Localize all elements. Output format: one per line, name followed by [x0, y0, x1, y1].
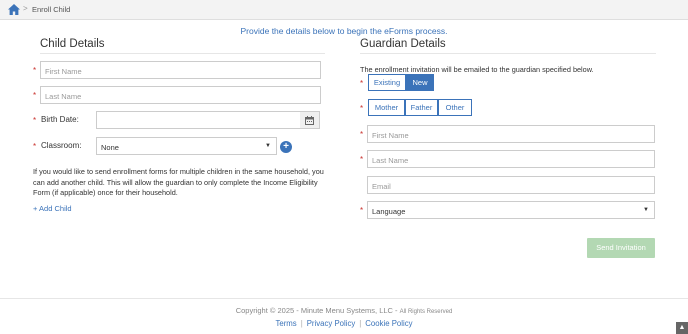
required-marker: *	[33, 91, 37, 100]
breadcrumb-bar: > Enroll Child	[0, 0, 688, 20]
terms-link[interactable]: Terms	[275, 319, 296, 328]
footer-divider	[0, 298, 688, 299]
copyright-rights: All Rights Reserved	[399, 309, 453, 315]
required-marker: *	[33, 66, 37, 75]
required-marker: *	[360, 155, 364, 164]
required-marker: *	[33, 116, 37, 125]
birth-date-label: Birth Date:	[41, 115, 79, 124]
required-marker: *	[33, 142, 37, 151]
relation-other-toggle[interactable]: Other	[438, 99, 472, 116]
guardian-new-toggle[interactable]: New	[406, 74, 434, 91]
copyright-text: Copyright © 2025 - Minute Menu Systems, …	[0, 306, 688, 315]
footer-links: Terms | Privacy Policy | Cookie Policy	[0, 319, 688, 328]
send-invitation-button[interactable]: Send Invitation	[587, 238, 655, 258]
footer-link-separator: |	[300, 319, 303, 328]
breadcrumb-current: Enroll Child	[32, 5, 71, 14]
guardian-title-divider	[360, 53, 656, 54]
child-first-name-input[interactable]: First Name	[40, 61, 321, 79]
privacy-policy-link[interactable]: Privacy Policy	[307, 319, 356, 328]
relation-father-toggle[interactable]: Father	[405, 99, 438, 116]
guardian-email-input[interactable]: Email	[367, 176, 655, 194]
birth-date-input[interactable]	[96, 111, 301, 129]
copyright-main: Copyright © 2025 - Minute Menu Systems, …	[235, 306, 398, 315]
guardian-last-name-input[interactable]: Last Name	[367, 150, 655, 168]
calendar-button[interactable]	[300, 111, 320, 129]
required-marker: *	[360, 79, 364, 88]
guardian-first-name-input[interactable]: First Name	[367, 125, 655, 143]
add-child-link[interactable]: + Add Child	[33, 204, 72, 213]
classroom-label: Classroom:	[41, 141, 82, 150]
calendar-icon	[305, 116, 314, 125]
language-select[interactable]: Language ▼	[367, 201, 655, 219]
child-last-name-input[interactable]: Last Name	[40, 86, 321, 104]
guardian-existing-toggle[interactable]: Existing	[368, 74, 406, 91]
intro-text: Provide the details below to begin the e…	[240, 26, 448, 36]
relation-mother-toggle[interactable]: Mother	[368, 99, 405, 116]
guardian-note: The enrollment invitation will be emaile…	[360, 65, 594, 74]
cookie-policy-link[interactable]: Cookie Policy	[365, 319, 412, 328]
classroom-select-value: None	[101, 143, 119, 152]
chevron-up-icon[interactable]: ▲	[676, 322, 688, 334]
guardian-details-title: Guardian Details	[360, 38, 446, 50]
child-title-divider	[40, 53, 325, 54]
chevron-down-icon: ▼	[265, 143, 271, 149]
required-marker: *	[360, 130, 364, 139]
required-marker: *	[360, 104, 364, 113]
plus-circle-icon[interactable]: +	[280, 141, 292, 153]
classroom-select[interactable]: None ▼	[96, 137, 277, 155]
required-marker: *	[360, 206, 364, 215]
footer-link-separator: |	[359, 319, 362, 328]
chevron-down-icon: ▼	[643, 207, 649, 213]
child-details-title: Child Details	[40, 38, 105, 50]
breadcrumb-separator: >	[23, 4, 28, 13]
home-icon[interactable]	[8, 4, 20, 15]
add-child-help-text: If you would like to send enrollment for…	[33, 167, 324, 197]
language-select-value: Language	[372, 207, 406, 216]
